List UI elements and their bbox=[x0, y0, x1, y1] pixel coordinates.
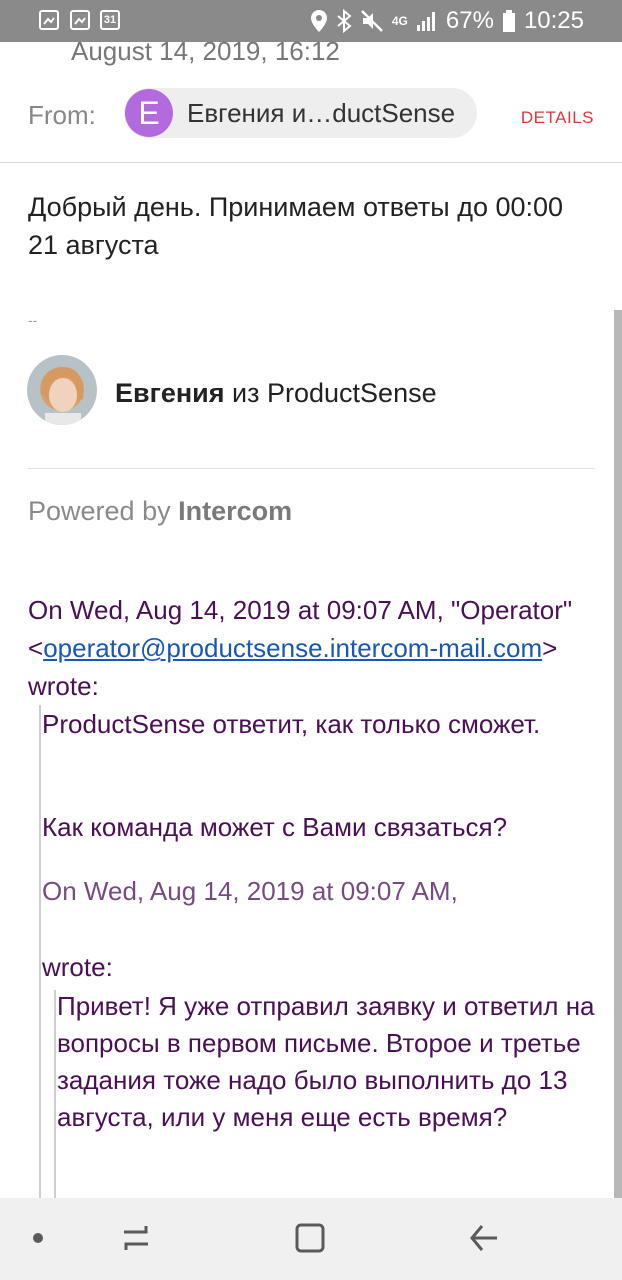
signature-sender: Евгения из ProductSense bbox=[115, 378, 437, 409]
quote1-reply: ProductSense ответит, как только сможет. bbox=[42, 709, 541, 739]
quote-bar-2 bbox=[54, 990, 56, 1200]
mute-icon bbox=[360, 10, 383, 32]
gallery-notification-icon bbox=[39, 10, 59, 30]
location-icon bbox=[310, 10, 327, 32]
signature-sender-name: Евгения bbox=[115, 378, 225, 408]
operator-email-link[interactable]: operator@productsense.intercom-mail.com bbox=[43, 633, 542, 663]
powered-by: Powered by Intercom bbox=[28, 496, 292, 527]
from-label: From: bbox=[28, 100, 96, 130]
quote-bar-1 bbox=[39, 705, 41, 1200]
quote-header: On Wed, Aug 14, 2019 at 09:07 AM, "Opera… bbox=[28, 591, 598, 705]
battery-icon bbox=[502, 10, 515, 32]
powered-by-prefix: Powered by bbox=[28, 496, 179, 526]
signature-avatar bbox=[27, 355, 97, 425]
quote2-message: Привет! Я уже отправил заявку и ответил … bbox=[57, 991, 595, 1132]
clock: 10:25 bbox=[523, 7, 584, 34]
bluetooth-icon bbox=[337, 9, 352, 33]
gallery-notification-icon-2 bbox=[70, 10, 90, 30]
quote1-wrote: wrote: bbox=[42, 952, 113, 982]
scrollbar[interactable] bbox=[614, 310, 622, 1200]
sender-avatar: E bbox=[125, 89, 173, 137]
details-button[interactable]: DETAILS bbox=[521, 108, 594, 128]
quote1-nested-header: On Wed, Aug 14, 2019 at 09:07 AM, bbox=[42, 876, 458, 906]
nav-dot-icon[interactable] bbox=[33, 1233, 43, 1243]
powered-by-brand: Intercom bbox=[178, 496, 293, 526]
email-date: August 14, 2019, 16:12 bbox=[71, 36, 340, 66]
signal-icon bbox=[416, 12, 435, 31]
back-icon[interactable] bbox=[468, 1222, 500, 1259]
sender-chip[interactable]: E Евгения и…ductSense bbox=[124, 88, 477, 138]
signature-divider bbox=[28, 468, 595, 469]
sender-name: Евгения и…ductSense bbox=[187, 98, 456, 128]
battery-percent: 67% bbox=[445, 7, 494, 34]
signature-separator: -- bbox=[28, 312, 38, 328]
network-type-label: 4G bbox=[391, 14, 408, 28]
recent-apps-icon[interactable] bbox=[120, 1222, 152, 1259]
status-icons: 4G 67% 10:25 bbox=[310, 0, 584, 42]
calendar-icon: 31 bbox=[100, 10, 120, 30]
email-body: Добрый день. Принимаем ответы до 00:00 2… bbox=[28, 192, 564, 260]
quote1-question: Как команда может с Вами связаться? bbox=[42, 812, 508, 842]
home-icon[interactable] bbox=[294, 1222, 326, 1259]
header-divider bbox=[0, 162, 622, 163]
signature-sender-company: из ProductSense bbox=[224, 378, 437, 408]
